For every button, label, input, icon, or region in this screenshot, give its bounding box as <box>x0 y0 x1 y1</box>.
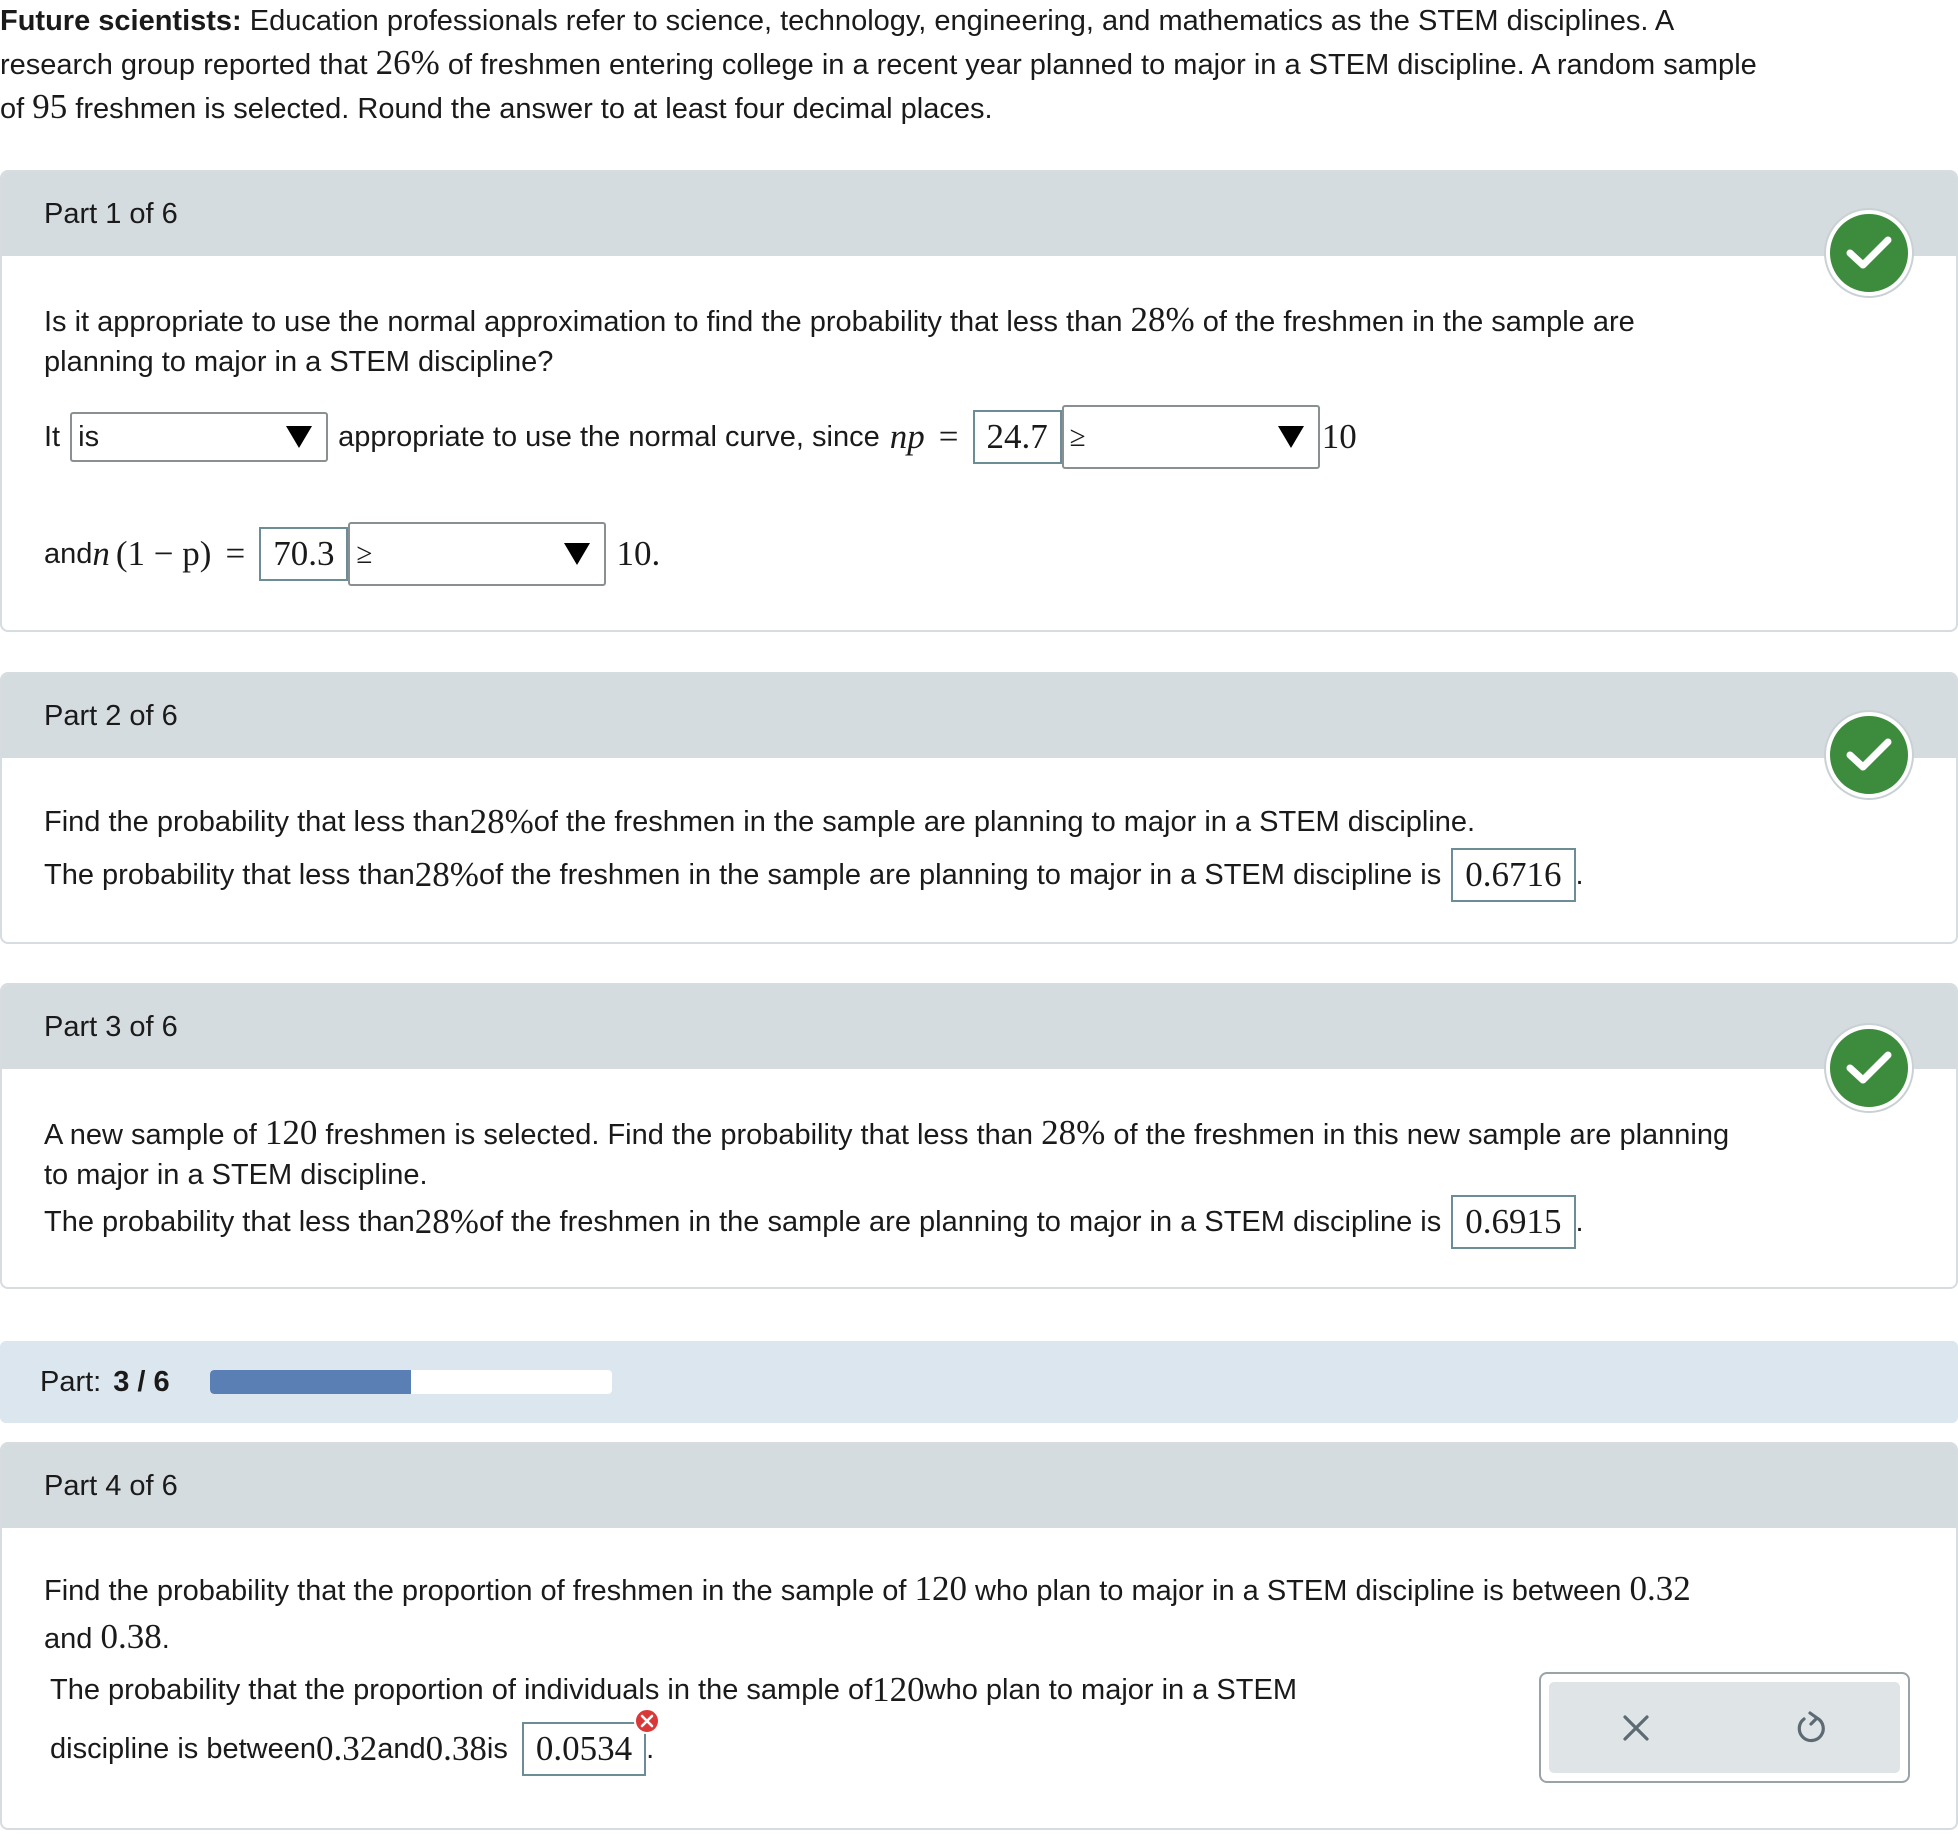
check-icon <box>1826 712 1912 798</box>
progress-track <box>209 1370 612 1394</box>
dropdown-arrow-icon <box>1277 426 1304 448</box>
part-1-header: Part 1 of 6 <box>2 172 1956 256</box>
error-icon <box>634 1708 661 1734</box>
part-4-answer-line-2: discipline is between 0.32 and 0.38 is 0… <box>50 1708 661 1778</box>
part-3-answer-field[interactable]: 0.6915 <box>1451 1195 1576 1249</box>
dropdown-arrow-icon <box>564 543 591 565</box>
part-2-header: Part 2 of 6 <box>2 674 1956 758</box>
problem-intro: Future scientists: Education professiona… <box>0 0 1958 130</box>
check-icon <box>1826 1025 1912 1111</box>
part-2-question: Find the probability that less than 28% … <box>44 802 1476 841</box>
part-2-title: Part 2 of 6 <box>44 699 178 732</box>
intro-sample-size: 95 <box>32 87 68 126</box>
intro-percent: 26% <box>375 43 440 82</box>
undo-icon[interactable] <box>1794 1710 1828 1746</box>
part-3-title: Part 3 of 6 <box>44 1010 178 1043</box>
part-3-answer-line: The probability that less than 28% of th… <box>44 1195 1584 1249</box>
appropriateness-dropdown[interactable]: is <box>70 412 329 462</box>
part-4-header: Part 4 of 6 <box>2 1444 1956 1528</box>
nq-answer-field[interactable]: 70.3 <box>259 527 349 581</box>
intro-line-2: research group reported that 26% of fres… <box>0 43 1757 82</box>
part-1-answer-line-1: It is appropriate to use the normal curv… <box>44 405 1357 469</box>
part-4-answer-field[interactable]: 0.0534 <box>521 1722 647 1776</box>
part-4-title: Part 4 of 6 <box>44 1469 178 1502</box>
nq-comparison-dropdown[interactable]: ≥ <box>348 522 607 586</box>
progress-value: 3 / 6 <box>113 1365 170 1398</box>
part-3-question: A new sample of 120 freshmen is selected… <box>44 1113 1730 1191</box>
intro-line-3: of 95 freshmen is selected. Round the an… <box>0 87 993 126</box>
answer-tools-panel <box>1539 1672 1910 1783</box>
part-2-card: Part 2 of 6 Find the probability that le… <box>0 672 1958 944</box>
np-comparison-dropdown[interactable]: ≥ <box>1061 405 1320 469</box>
close-icon[interactable] <box>1621 1713 1651 1743</box>
part-4-answer-line-1: The probability that the proportion of i… <box>50 1670 1297 1709</box>
progress-label: Part: <box>40 1365 102 1398</box>
answer-tools-inner <box>1549 1682 1900 1773</box>
progress-fill <box>209 1370 411 1394</box>
part-4-question: Find the probability that the proportion… <box>44 1569 1691 1656</box>
dropdown-arrow-icon <box>286 426 313 448</box>
part-1-answer-line-2: and n (1 − p) = 70.3 ≥ 10. <box>44 522 660 586</box>
intro-line-1: Future scientists: Education professiona… <box>0 5 1675 37</box>
part-3-card: Part 3 of 6 A new sample of 120 freshmen… <box>0 983 1958 1289</box>
np-answer-field[interactable]: 24.7 <box>972 410 1062 464</box>
part-1-card: Part 1 of 6 Is it appropriate to use the… <box>0 170 1958 632</box>
part-2-answer-field[interactable]: 0.6716 <box>1451 848 1576 902</box>
check-icon <box>1826 210 1912 296</box>
part-2-answer-line: The probability that less than 28% of th… <box>44 848 1584 902</box>
part-3-header: Part 3 of 6 <box>2 985 1956 1069</box>
intro-heading: Future scientists: <box>0 5 242 37</box>
part-1-title: Part 1 of 6 <box>44 197 178 230</box>
progress-bar: Part: 3 / 6 <box>0 1341 1958 1423</box>
part-1-question: Is it appropriate to use the normal appr… <box>44 300 1635 378</box>
